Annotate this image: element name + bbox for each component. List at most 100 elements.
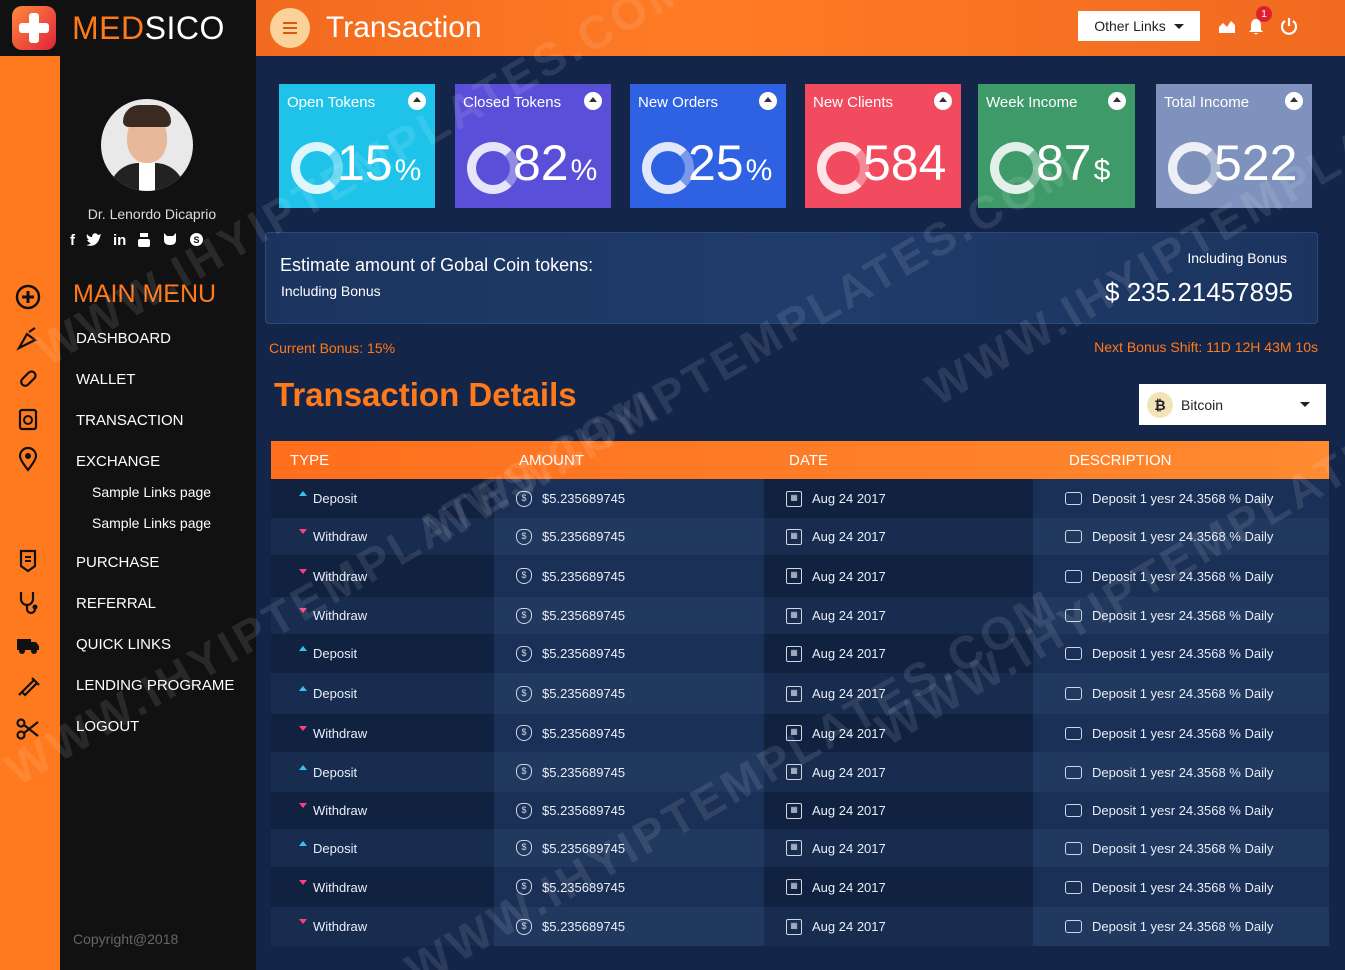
pill-icon[interactable] bbox=[15, 366, 41, 392]
power-icon[interactable] bbox=[1280, 17, 1298, 35]
cell-type: Deposit bbox=[271, 634, 494, 673]
collapse-up-icon[interactable] bbox=[1285, 92, 1303, 110]
stethoscope-icon[interactable] bbox=[15, 589, 41, 615]
column-header-date[interactable]: DATE bbox=[764, 452, 1033, 469]
facebook-icon[interactable]: f bbox=[70, 232, 75, 249]
column-header-description[interactable]: DESCRIPTION bbox=[1033, 452, 1329, 469]
other-links-dropdown[interactable]: Other Links bbox=[1078, 11, 1200, 41]
table-row[interactable]: Withdraw $ $5.235689745 ▦ Aug 24 2017 Deposit… bbox=[271, 867, 1329, 907]
chat-bubble-icon bbox=[1065, 765, 1082, 779]
nav-item-lending-programe[interactable]: LENDING PROGRAME bbox=[76, 677, 234, 694]
chart-icon[interactable] bbox=[1218, 18, 1236, 34]
nav-item-quick-links[interactable]: QUICK LINKS bbox=[76, 636, 171, 653]
badge-icon[interactable] bbox=[15, 548, 41, 574]
donut-chart-icon bbox=[817, 142, 869, 194]
cell-description: Deposit 1 yesr 24.3568 % Daily bbox=[1033, 518, 1329, 555]
nav-item-exchange[interactable]: EXCHANGE bbox=[76, 453, 160, 470]
table-row[interactable]: Withdraw $ $5.235689745 ▦ Aug 24 2017 Deposit… bbox=[271, 907, 1329, 946]
table-row[interactable]: Withdraw $ $5.235689745 ▦ Aug 24 2017 Deposit… bbox=[271, 792, 1329, 829]
brand[interactable]: MEDSICO bbox=[0, 0, 256, 56]
cell-date: ▦ Aug 24 2017 bbox=[764, 634, 1033, 673]
cell-amount: $ $5.235689745 bbox=[494, 829, 764, 867]
stat-card[interactable]: Closed Tokens 82% bbox=[455, 84, 611, 208]
money-bag-icon: $ bbox=[516, 802, 532, 819]
table-row[interactable]: Deposit $ $5.235689745 ▦ Aug 24 2017 Deposit … bbox=[271, 479, 1329, 518]
cell-description: Deposit 1 yesr 24.3568 % Daily bbox=[1033, 673, 1329, 714]
stat-card-value: 15% bbox=[337, 135, 422, 191]
arrow-down-icon bbox=[299, 608, 307, 613]
chevron-down-icon bbox=[1173, 23, 1184, 29]
stat-card[interactable]: Open Tokens 15% bbox=[279, 84, 435, 208]
nav-subitem-sample-links[interactable]: Sample Links page bbox=[92, 515, 211, 531]
clipboard-icon[interactable] bbox=[15, 406, 41, 432]
collapse-up-icon[interactable] bbox=[584, 92, 602, 110]
currency-select[interactable]: ₿ Bitcoin bbox=[1139, 384, 1326, 425]
table-row[interactable]: Deposit $ $5.235689745 ▦ Aug 24 2017 Deposit … bbox=[271, 634, 1329, 673]
nav-item-referral[interactable]: REFERRAL bbox=[76, 595, 156, 612]
table-row[interactable]: Withdraw $ $5.235689745 ▦ Aug 24 2017 Deposit… bbox=[271, 518, 1329, 555]
location-pin-icon[interactable] bbox=[15, 446, 41, 472]
column-header-amount[interactable]: AMOUNT bbox=[494, 452, 764, 469]
copyright: Copyright@2018 bbox=[73, 931, 179, 947]
avatar[interactable] bbox=[101, 99, 193, 191]
chat-bubble-icon bbox=[1065, 841, 1082, 855]
stat-card[interactable]: New Orders 25% bbox=[630, 84, 786, 208]
stat-card-value: 584 bbox=[863, 135, 947, 191]
nav-item-purchase[interactable]: PURCHASE bbox=[76, 554, 159, 571]
collapse-up-icon[interactable] bbox=[408, 92, 426, 110]
table-row[interactable]: Deposit $ $5.235689745 ▦ Aug 24 2017 Deposit … bbox=[271, 752, 1329, 792]
cell-type: Withdraw bbox=[271, 907, 494, 946]
money-bag-icon: $ bbox=[516, 645, 532, 662]
collapse-up-icon[interactable] bbox=[1108, 92, 1126, 110]
skype-icon[interactable]: S bbox=[189, 232, 204, 247]
hamburger-menu-button[interactable] bbox=[270, 8, 310, 48]
cell-type: Withdraw bbox=[271, 792, 494, 829]
stat-card[interactable]: Total Income 522 bbox=[1156, 84, 1312, 208]
table-row[interactable]: Withdraw $ $5.235689745 ▦ Aug 24 2017 Deposit… bbox=[271, 714, 1329, 752]
cell-type: Deposit bbox=[271, 673, 494, 714]
notification-badge: 1 bbox=[1256, 6, 1272, 22]
cell-amount: $ $5.235689745 bbox=[494, 597, 764, 634]
chat-bubble-icon bbox=[1065, 920, 1082, 933]
cell-type: Withdraw bbox=[271, 714, 494, 752]
calendar-icon: ▦ bbox=[786, 764, 802, 780]
chat-bubble-icon bbox=[1065, 647, 1082, 660]
nav-subitem-sample-links[interactable]: Sample Links page bbox=[92, 484, 211, 500]
calendar-icon: ▦ bbox=[786, 490, 802, 507]
calendar-icon: ▦ bbox=[786, 840, 802, 856]
table-row[interactable]: Deposit $ $5.235689745 ▦ Aug 24 2017 Deposit … bbox=[271, 673, 1329, 714]
arrow-up-icon bbox=[299, 764, 307, 770]
stat-card-title: New Clients bbox=[813, 94, 894, 111]
cell-type: Withdraw bbox=[271, 867, 494, 907]
plus-circle-icon[interactable] bbox=[15, 284, 41, 310]
table-row[interactable]: Withdraw $ $5.235689745 ▦ Aug 24 2017 Deposit… bbox=[271, 555, 1329, 597]
table-row[interactable]: Deposit $ $5.235689745 ▦ Aug 24 2017 Deposit … bbox=[271, 829, 1329, 867]
nav-item-wallet[interactable]: WALLET bbox=[76, 371, 135, 388]
chat-bubble-icon bbox=[1065, 530, 1082, 543]
stat-card-title: Open Tokens bbox=[287, 94, 376, 111]
next-bonus-shift: Next Bonus Shift: 11D 12H 43M 10s bbox=[1094, 339, 1318, 355]
table-header: TYPE AMOUNT DATE DESCRIPTION bbox=[271, 441, 1329, 479]
column-header-type[interactable]: TYPE bbox=[271, 452, 494, 469]
collapse-up-icon[interactable] bbox=[934, 92, 952, 110]
stat-card-value: 522 bbox=[1214, 135, 1298, 191]
stat-card[interactable]: Week Income 87$ bbox=[978, 84, 1135, 208]
calendar-icon: ▦ bbox=[786, 802, 802, 819]
nav-item-dashboard[interactable]: DASHBOARD bbox=[76, 330, 171, 347]
syringe-icon[interactable] bbox=[15, 673, 41, 699]
ambulance-icon[interactable] bbox=[15, 631, 41, 657]
user-name: Dr. Lenordo Dicaprio bbox=[87, 206, 217, 222]
stat-card[interactable]: New Clients 584 bbox=[805, 84, 961, 208]
flask-icon[interactable] bbox=[15, 326, 41, 352]
arrow-up-icon bbox=[299, 646, 307, 651]
twitter-icon[interactable] bbox=[86, 232, 102, 246]
scissors-icon[interactable] bbox=[15, 716, 41, 742]
youtube-icon[interactable] bbox=[137, 232, 151, 248]
github-icon[interactable] bbox=[162, 232, 178, 246]
linkedin-icon[interactable]: in bbox=[113, 232, 126, 249]
collapse-up-icon[interactable] bbox=[759, 92, 777, 110]
nav-item-transaction[interactable]: TRANSACTION bbox=[76, 412, 184, 429]
table-row[interactable]: Withdraw $ $5.235689745 ▦ Aug 24 2017 Deposit… bbox=[271, 597, 1329, 634]
cell-description: Deposit 1 yesr 24.3568 % Daily bbox=[1033, 867, 1329, 907]
nav-item-logout[interactable]: LOGOUT bbox=[76, 718, 139, 735]
